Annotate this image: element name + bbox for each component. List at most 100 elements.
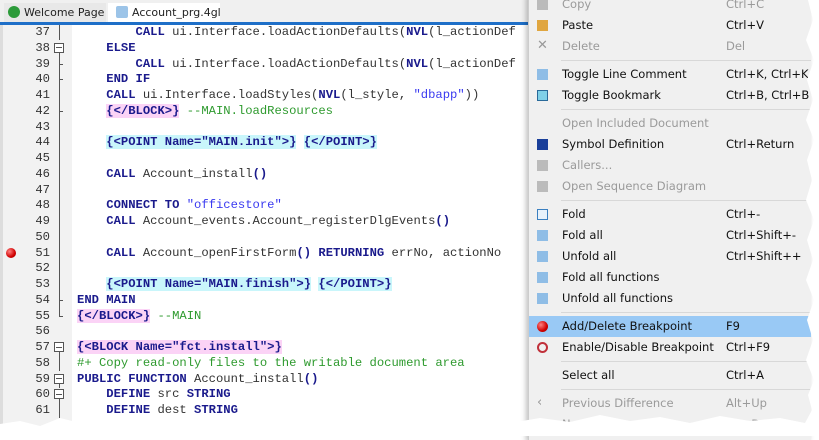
tab-label: Welcome Page	[24, 6, 105, 19]
fold-toggle-icon[interactable]	[54, 42, 64, 53]
code-token: ui.Interface.loadActionDefaults(	[164, 25, 407, 39]
menu-item-previous-difference[interactable]: ‹ Previous Difference Alt+Up	[529, 393, 811, 414]
menu-item-shortcut: Ctrl+V	[726, 18, 764, 32]
menu-item-open-included-document[interactable]: Open Included Document	[529, 113, 811, 134]
code-text: {</BLOCK>} --MAIN.loadResources	[77, 103, 333, 119]
code-line[interactable]: 39 CALL ui.Interface.loadActionDefaults(…	[0, 55, 530, 72]
code-line[interactable]: 42 {</BLOCK>} --MAIN.loadResources	[0, 102, 530, 119]
menu-item-label: Unfold all functions	[562, 291, 674, 305]
line-number: 41	[35, 88, 50, 102]
line-number: 47	[35, 182, 50, 197]
menu-item-delete[interactable]: ✕ Delete Del	[529, 36, 811, 57]
line-number: 55	[35, 308, 50, 323]
menu-item-paste[interactable]: Paste Ctrl+V	[529, 15, 811, 36]
chevron-left-icon: ‹	[537, 395, 543, 410]
code-text: CALL Account_install()	[77, 166, 267, 182]
menu-item-symbol-definition[interactable]: Symbol Definition Ctrl+Return	[529, 134, 811, 155]
menu-item-callers[interactable]: Callers...	[529, 155, 811, 176]
code-token: (l_actionDef	[428, 25, 516, 39]
menu-item-unfold-all-functions[interactable]: Unfold all functions	[529, 288, 811, 309]
tab-account-prg[interactable]: Account_prg.4gl	[108, 3, 221, 22]
sequence-diagram-icon	[537, 181, 548, 192]
code-line[interactable]: 59 PUBLIC FUNCTION Account_install()	[0, 371, 530, 388]
code-token: {</BLOCK>}	[106, 103, 180, 118]
menu-item-select-all[interactable]: Select all Ctrl+A	[529, 365, 811, 386]
code-token: DEFINE	[106, 387, 151, 402]
code-line[interactable]: 37 CALL ui.Interface.loadActionDefaults(…	[0, 25, 530, 40]
menu-item-add-delete-breakpoint[interactable]: Add/Delete Breakpoint F9	[529, 316, 811, 337]
code-token: --MAIN.loadResources	[179, 103, 333, 118]
code-line[interactable]: 60 DEFINE src STRING	[0, 386, 530, 404]
code-line[interactable]: 57 {<BLOCK Name="fct.install">}	[0, 339, 530, 356]
code-line[interactable]: 48 CONNECT TO "officestore"	[0, 197, 530, 214]
menu-item-open-sequence-diagram[interactable]: Open Sequence Diagram	[529, 176, 811, 197]
code-line[interactable]: 40 END IF	[0, 71, 530, 88]
menu-item-label: Callers...	[562, 158, 613, 172]
code-token: --MAIN	[150, 308, 202, 323]
menu-item-shortcut: Ctrl+Shift++	[726, 249, 802, 263]
menu-item-shortcut: Ctrl+-	[726, 207, 761, 221]
menu-item-label: Fold all functions	[562, 270, 660, 284]
menu-separator	[561, 389, 811, 390]
menu-item-unfold-all[interactable]: Unfold all Ctrl+Shift++	[529, 246, 811, 267]
code-text: ELSE	[77, 40, 135, 56]
code-token: END IF	[106, 72, 151, 87]
code-line[interactable]: 45	[0, 150, 530, 166]
code-line[interactable]: 49 CALL Account_events.Account_registerD…	[0, 213, 530, 229]
code-line[interactable]: 38 ELSE	[0, 40, 530, 57]
code-line[interactable]: 41 CALL ui.Interface.loadStyles(NVL(l_st…	[0, 87, 530, 103]
menu-item-fold[interactable]: Fold Ctrl+-	[529, 204, 811, 225]
code-token: CALL	[106, 166, 136, 181]
code-line[interactable]: 44 {<POINT Name="MAIN.init">} {</POINT>}	[0, 134, 530, 151]
fold-toggle-icon[interactable]	[54, 342, 64, 352]
tab-welcome-page[interactable]: Welcome Page	[4, 3, 106, 22]
code-line[interactable]: 61 DEFINE dest STRING	[0, 402, 530, 418]
context-menu: Copy Ctrl+C Paste Ctrl+V ✕ Delete Del Toggle Li…	[528, 0, 811, 440]
code-token: ()	[435, 214, 451, 228]
unfold-all-icon	[537, 293, 548, 304]
code-line[interactable]: 43	[0, 118, 530, 135]
menu-separator	[561, 361, 811, 362]
fold-toggle-icon[interactable]	[54, 373, 64, 384]
code-token: Account_install	[186, 371, 304, 386]
code-line[interactable]: 52	[0, 260, 530, 277]
fold-toggle-icon[interactable]	[54, 389, 64, 400]
code-line[interactable]: 56	[0, 323, 530, 339]
menu-item-shortcut: Alt+Up	[726, 396, 767, 410]
line-number: 46	[35, 166, 50, 181]
code-line[interactable]: 50	[0, 228, 530, 245]
code-editor[interactable]: 37 CALL ui.Interface.loadActionDefaults(…	[0, 25, 530, 436]
menu-item-shortcut: Alt+Down	[726, 417, 784, 431]
home-icon	[8, 6, 20, 18]
menu-item-copy[interactable]: Copy Ctrl+C	[529, 0, 811, 15]
code-token: "dbapp"	[413, 88, 465, 102]
code-text: END MAIN	[77, 292, 136, 308]
line-number: 44	[35, 135, 50, 150]
code-line[interactable]: 53 {<POINT Name="MAIN.finish">} {</POINT…	[0, 276, 530, 292]
menu-item-next-difference[interactable]: › Next Difference Alt+Down	[529, 414, 811, 435]
code-token: errNo, actionNo	[384, 245, 502, 260]
code-text: {<BLOCK Name="fct.install">}	[77, 339, 282, 355]
code-line[interactable]: 55 {</BLOCK>} --MAIN	[0, 307, 530, 324]
code-token: {<POINT Name="MAIN.init">}	[106, 135, 297, 150]
code-line[interactable]: 46 CALL Account_install()	[0, 165, 530, 182]
code-line[interactable]: 51 CALL Account_openFirstForm() RETURNIN…	[0, 244, 530, 261]
menu-item-fold-all[interactable]: Fold all Ctrl+Shift+-	[529, 225, 811, 246]
code-token: {<BLOCK Name="fct.install">}	[77, 340, 282, 354]
line-number: 54	[35, 292, 50, 307]
menu-item-toggle-bookmark[interactable]: Toggle Bookmark Ctrl+B, Ctrl+B	[529, 85, 811, 106]
menu-item-fold-all-functions[interactable]: Fold all functions	[529, 267, 811, 288]
code-line[interactable]: 54 END MAIN	[0, 291, 530, 308]
menu-item-enable-disable-breakpoint[interactable]: Enable/Disable Breakpoint Ctrl+F9	[529, 337, 811, 358]
code-line[interactable]: 58 #+ Copy read-only files to the writabl…	[0, 354, 530, 371]
menu-item-toggle-line-comment[interactable]: Toggle Line Comment Ctrl+K, Ctrl+K	[529, 64, 811, 85]
code-token: Account_install	[135, 166, 253, 181]
breakpoint-outline-icon	[537, 342, 548, 353]
menu-item-label: Add/Delete Breakpoint	[562, 319, 693, 333]
code-line[interactable]: 47	[0, 181, 530, 198]
code-token: {<POINT Name="MAIN.finish">}	[106, 277, 312, 291]
